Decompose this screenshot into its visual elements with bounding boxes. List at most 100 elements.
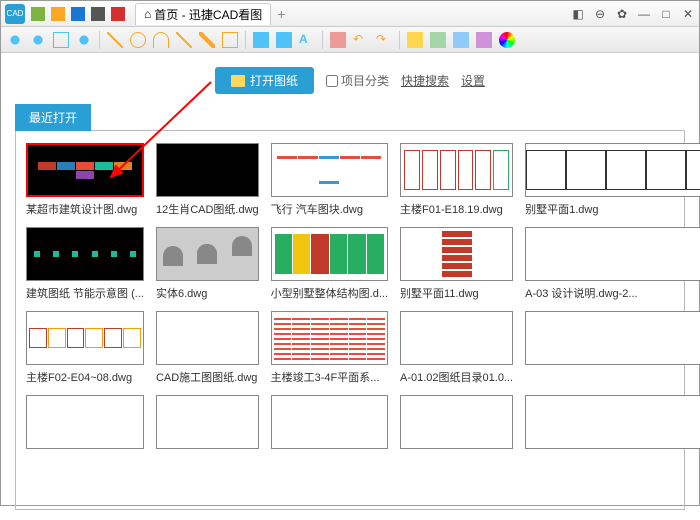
titlebar: CAD ⌂ 首页 - 迅捷CAD看图 + ◧ ⊖ ✿ — □ ✕	[1, 1, 699, 27]
zoom-fit-icon[interactable]	[53, 32, 69, 48]
file-thumbnail	[156, 311, 259, 365]
file-thumbnail	[400, 143, 513, 197]
3d-icon[interactable]	[453, 32, 469, 48]
file-card[interactable]	[271, 395, 388, 453]
minimize-button[interactable]: —	[637, 7, 651, 21]
file-thumbnail	[26, 311, 144, 365]
erase-icon[interactable]	[330, 32, 346, 48]
file-thumbnail	[156, 143, 259, 197]
file-thumbnail	[400, 227, 513, 281]
file-card[interactable]: 实体6.dwg	[156, 227, 259, 301]
rect-icon[interactable]	[222, 32, 238, 48]
file-name: 小型别墅整体结构图.d...	[271, 285, 388, 301]
file-card[interactable]: CAD施工图图纸.dwg	[156, 311, 259, 385]
file-card[interactable]	[156, 395, 259, 453]
file-card[interactable]	[400, 395, 513, 453]
zoom-icon[interactable]: ⊖	[593, 7, 607, 21]
main-toolbar: A ↶ ↷	[1, 27, 699, 53]
open-icon[interactable]	[51, 7, 65, 21]
close-button[interactable]: ✕	[681, 7, 695, 21]
layers-icon[interactable]	[407, 32, 423, 48]
recent-panel: 某超市建筑设计图.dwg 12生肖CAD图纸.dwg 飞行 汽车图块.dwg 主楼F0…	[15, 130, 685, 510]
polyline-icon[interactable]	[176, 32, 192, 48]
file-thumbnail	[400, 395, 513, 449]
redo-icon[interactable]: ↷	[376, 32, 392, 48]
file-name: 主楼竣工3-4F平面系...	[271, 369, 388, 385]
file-thumbnail	[156, 227, 259, 281]
file-thumbnail	[525, 311, 700, 365]
file-thumbnail	[271, 143, 388, 197]
print-icon[interactable]	[91, 7, 105, 21]
open-drawing-button[interactable]: 打开图纸	[215, 67, 314, 94]
file-thumbnail	[525, 227, 700, 281]
save-icon[interactable]	[71, 7, 85, 21]
file-name: A-01.02图纸目录01.0...	[400, 369, 513, 385]
tab-home[interactable]: ⌂ 首页 - 迅捷CAD看图	[135, 3, 271, 25]
file-card[interactable]: 主楼F01-E18.19.dwg	[400, 143, 513, 217]
file-thumbnail	[271, 227, 388, 281]
new-icon[interactable]	[31, 7, 45, 21]
pan-icon[interactable]	[76, 32, 92, 48]
zoom-in-icon[interactable]	[7, 32, 23, 48]
color-icon[interactable]	[499, 32, 515, 48]
file-name: 主楼F01-E18.19.dwg	[400, 201, 513, 217]
zoom-out-icon[interactable]	[30, 32, 46, 48]
arc-icon[interactable]	[153, 32, 169, 48]
file-name: 某超市建筑设计图.dwg	[26, 201, 144, 217]
file-card[interactable]: 建筑图纸 节能示意图 (...	[26, 227, 144, 301]
export-icon[interactable]	[111, 7, 125, 21]
dimension-icon[interactable]	[276, 32, 292, 48]
open-button-label: 打开图纸	[250, 72, 298, 89]
layer-icon[interactable]: ◧	[571, 7, 585, 21]
home-icon: ⌂	[144, 7, 151, 21]
file-grid: 某超市建筑设计图.dwg 12生肖CAD图纸.dwg 飞行 汽车图块.dwg 主楼F0…	[26, 143, 674, 453]
file-card[interactable]: A-03 设计说明.dwg-2...	[525, 227, 700, 301]
file-card[interactable]: 别墅平面11.dwg	[400, 227, 513, 301]
file-card[interactable]: 某超市建筑设计图.dwg	[26, 143, 144, 217]
maximize-button[interactable]: □	[659, 7, 673, 21]
measure-icon[interactable]	[253, 32, 269, 48]
new-tab-button[interactable]: +	[277, 6, 285, 22]
category-checkbox[interactable]: 项目分类	[326, 72, 389, 89]
file-card[interactable]: 别墅平面1.dwg	[525, 143, 700, 217]
file-card[interactable]: 主楼竣工3-4F平面系...	[271, 311, 388, 385]
undo-icon[interactable]: ↶	[353, 32, 369, 48]
circle-icon[interactable]	[130, 32, 146, 48]
file-card[interactable]: 12生肖CAD图纸.dwg	[156, 143, 259, 217]
quick-toolbar	[31, 7, 125, 21]
blocks-icon[interactable]	[430, 32, 446, 48]
file-thumbnail	[26, 395, 144, 449]
file-card[interactable]: A-01.02图纸目录01.0...	[400, 311, 513, 385]
file-name: CAD施工图图纸.dwg	[156, 369, 259, 385]
quick-search-link[interactable]: 快捷搜索	[401, 72, 449, 89]
file-card[interactable]: 小型别墅整体结构图.d...	[271, 227, 388, 301]
properties-icon[interactable]	[476, 32, 492, 48]
file-name: 主楼F02-E04~08.dwg	[26, 369, 144, 385]
file-thumbnail	[525, 395, 700, 449]
tab-title: 首页 - 迅捷CAD看图	[154, 6, 262, 23]
recent-tab[interactable]: 最近打开	[15, 104, 91, 131]
folder-icon	[231, 75, 245, 87]
category-checkbox-input[interactable]	[326, 75, 338, 87]
file-thumbnail	[271, 395, 388, 449]
settings-link[interactable]: 设置	[461, 72, 485, 89]
settings-icon[interactable]: ✿	[615, 7, 629, 21]
file-thumbnail	[400, 311, 513, 365]
file-card[interactable]: 主楼F02-E04~08.dwg	[26, 311, 144, 385]
file-thumbnail	[271, 311, 388, 365]
file-name: 别墅平面1.dwg	[525, 201, 700, 217]
file-card[interactable]	[525, 311, 700, 385]
file-thumbnail	[156, 395, 259, 449]
file-name: 飞行 汽车图块.dwg	[271, 201, 388, 217]
line-icon[interactable]	[107, 32, 123, 48]
app-logo: CAD	[5, 4, 25, 24]
file-thumbnail	[26, 227, 144, 281]
file-name: 建筑图纸 节能示意图 (...	[26, 285, 144, 301]
text-icon[interactable]: A	[299, 32, 315, 48]
file-name: A-03 设计说明.dwg-2...	[525, 285, 700, 301]
file-card[interactable]	[525, 395, 700, 453]
category-label: 项目分类	[341, 72, 389, 89]
file-card[interactable]	[26, 395, 144, 453]
edit-icon[interactable]	[199, 32, 215, 48]
file-card[interactable]: 飞行 汽车图块.dwg	[271, 143, 388, 217]
